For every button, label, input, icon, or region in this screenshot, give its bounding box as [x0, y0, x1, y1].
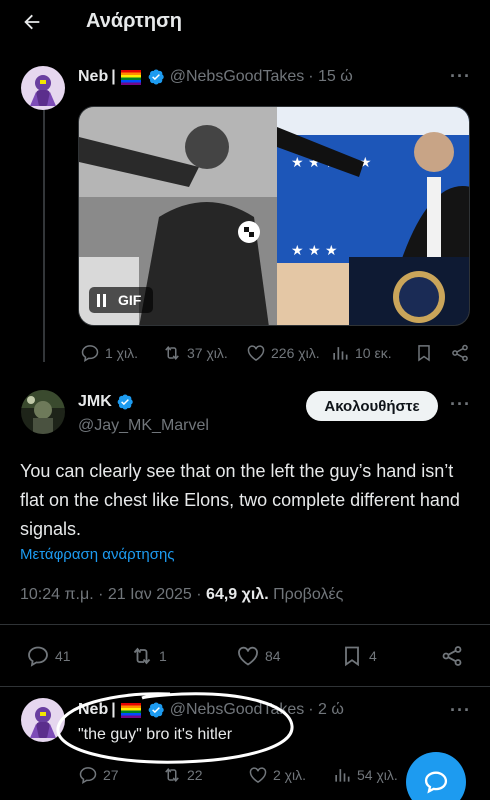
- thread-line: [43, 108, 45, 362]
- post-text: You can clearly see that on the left the…: [20, 461, 460, 539]
- bar-chart-icon: [335, 769, 350, 782]
- reply-button[interactable]: 27: [78, 765, 119, 785]
- like-count: 84: [265, 648, 281, 664]
- more-horizontal-icon[interactable]: ···: [450, 700, 471, 721]
- compose-reply-button[interactable]: [406, 752, 466, 800]
- like-count: 226 χιλ.: [271, 345, 320, 361]
- more-horizontal-icon[interactable]: ···: [450, 66, 471, 87]
- avatar[interactable]: [21, 66, 65, 110]
- reply-icon: [79, 767, 97, 784]
- reply-button[interactable]: 1 χιλ.: [80, 343, 138, 363]
- views-count: 10 εκ.: [355, 345, 392, 361]
- bar-chart-icon: [333, 347, 348, 360]
- views-count: 54 χιλ.: [357, 767, 398, 783]
- verified-badge-icon: [117, 394, 133, 410]
- share-icon: [452, 344, 468, 362]
- views-label: Προβολές: [268, 586, 344, 603]
- like-button[interactable]: 2 χιλ.: [248, 765, 306, 785]
- reply-count: 41: [55, 648, 71, 664]
- svg-text:★ ★ ★: ★ ★ ★: [291, 243, 338, 259]
- share-button[interactable]: [440, 644, 464, 668]
- author-row: Neb | @NebsGoodTakes · 15 ώ: [78, 68, 353, 86]
- views-button[interactable]: 54 χιλ.: [332, 765, 398, 785]
- divider: [0, 686, 490, 687]
- repost-count: 37 χιλ.: [187, 345, 228, 361]
- page-title: Ανάρτηση: [86, 10, 182, 32]
- avatar[interactable]: [21, 390, 65, 434]
- repost-count: 22: [187, 767, 203, 783]
- top-bar: Ανάρτηση: [0, 0, 490, 44]
- rainbow-flag-icon: [120, 69, 141, 85]
- bookmark-count: 4: [369, 648, 377, 664]
- like-button[interactable]: 226 χιλ.: [246, 343, 320, 363]
- reply-icon: [28, 646, 48, 667]
- post-timestamp: 10:24 π.μ. · 21 Ιαν 2025 ·: [20, 586, 207, 603]
- heart-icon: [247, 345, 265, 361]
- chat-bubble-icon: [424, 771, 448, 794]
- repost-button[interactable]: 1: [130, 644, 167, 668]
- repost-icon: [165, 346, 179, 360]
- author-name[interactable]: Neb: [78, 68, 108, 86]
- heart-icon: [238, 646, 258, 666]
- reply-button[interactable]: 41: [26, 644, 71, 668]
- bookmark-button[interactable]: [414, 343, 434, 363]
- pause-icon[interactable]: [97, 293, 106, 307]
- heart-icon: [249, 767, 267, 783]
- follow-button[interactable]: Ακολουθήστε: [306, 391, 438, 421]
- hand-drawn-circle-annotation: [56, 692, 294, 764]
- bookmark-button[interactable]: 4: [340, 644, 377, 668]
- share-button[interactable]: [450, 343, 470, 363]
- author-handle[interactable]: @Jay_MK_Marvel: [78, 417, 209, 435]
- name-separator: |: [111, 68, 116, 85]
- repost-icon: [133, 647, 151, 665]
- reply-count: 1 χιλ.: [105, 345, 139, 361]
- post-actions: 1 χιλ. 37 χιλ. 226 χιλ. 10 εκ.: [0, 342, 490, 364]
- views-count[interactable]: 64,9 χιλ.: [206, 586, 269, 603]
- post-time: · 2 ώ: [308, 701, 344, 718]
- bookmark-icon: [345, 646, 359, 667]
- like-button[interactable]: 84: [236, 644, 281, 668]
- reply-count: 27: [103, 767, 119, 783]
- reply-icon: [81, 345, 99, 362]
- post-time: · 15 ώ: [308, 68, 353, 85]
- gif-label: GIF: [118, 292, 142, 308]
- author-handle[interactable]: @NebsGoodTakes: [170, 68, 305, 86]
- arrow-left-icon: [24, 14, 40, 30]
- back-button[interactable]: [18, 8, 46, 36]
- repost-button[interactable]: 37 χιλ.: [162, 343, 228, 363]
- share-icon: [442, 646, 462, 666]
- post-meta: 10:24 π.μ. · 21 Ιαν 2025 · 64,9 χιλ. Προ…: [20, 586, 343, 604]
- bookmark-icon: [418, 345, 430, 362]
- repost-button[interactable]: 22: [162, 765, 203, 785]
- repost-icon: [165, 768, 179, 782]
- verified-badge-icon: [148, 69, 164, 85]
- divider: [0, 624, 490, 625]
- author-name[interactable]: JMK: [78, 393, 112, 411]
- translate-link[interactable]: Μετάφραση ανάρτησης: [20, 546, 175, 563]
- like-count: 2 χιλ.: [273, 767, 307, 783]
- more-horizontal-icon[interactable]: ···: [450, 394, 471, 415]
- gif-media[interactable]: ★ ★ ★ ★ ★ ★ ★ ★ GIF: [78, 106, 470, 326]
- repost-count: 1: [159, 648, 167, 664]
- author-row: JMK: [78, 393, 139, 411]
- views-button[interactable]: 10 εκ.: [330, 343, 392, 363]
- post-actions: 41 1 84 4: [0, 644, 490, 668]
- gif-badge[interactable]: GIF: [89, 287, 154, 313]
